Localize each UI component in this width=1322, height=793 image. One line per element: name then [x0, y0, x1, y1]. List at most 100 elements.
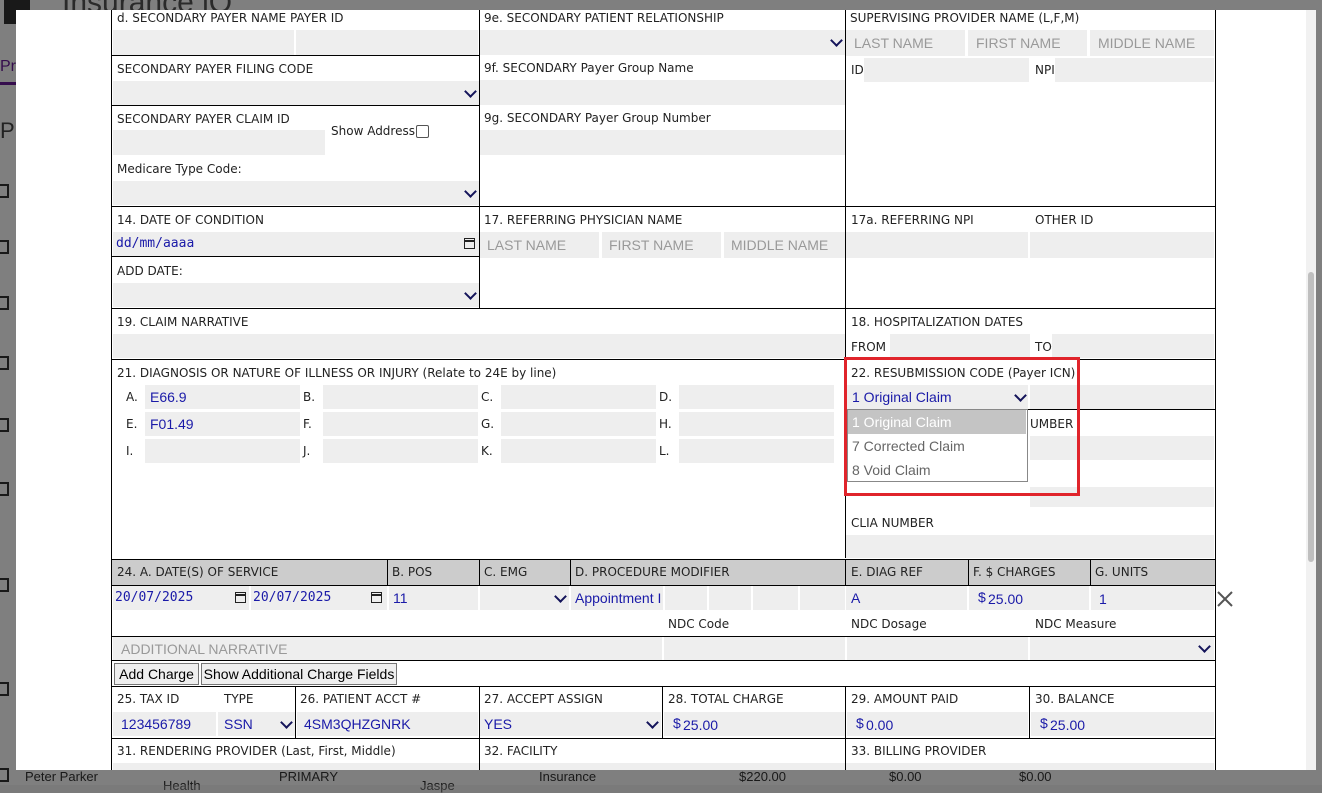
modifier-4-input[interactable]: [800, 586, 845, 610]
charges-input[interactable]: $ 25.00: [969, 586, 1089, 610]
referring-npi-label: 17a. REFERRING NPI: [851, 213, 974, 227]
diagnosis-code-value: F01.49: [150, 416, 194, 432]
chevron-down-icon: [646, 716, 659, 729]
dollar-icon: $: [856, 715, 864, 731]
total-charge-label: 28. TOTAL CHARGE: [668, 692, 784, 706]
secondary-payer-id-input[interactable]: [296, 30, 478, 55]
secondary-filing-code-select[interactable]: [113, 81, 479, 105]
secondary-group-name-label: 9f. SECONDARY Payer Group Name: [484, 61, 694, 75]
diagnosis-code-input[interactable]: [145, 439, 300, 463]
secondary-patient-relationship-select[interactable]: [480, 30, 845, 55]
diagnosis-code-input[interactable]: [679, 385, 834, 409]
billing-provider-input[interactable]: [846, 763, 1214, 770]
procedure-input[interactable]: Appointment I: [571, 586, 663, 610]
placeholder: FIRST NAME: [609, 237, 694, 253]
service-to-date-input[interactable]: 20/07/2025: [251, 586, 387, 610]
show-address-label: Show Address: [331, 124, 415, 138]
show-additional-charge-fields-button[interactable]: Show Additional Charge Fields: [201, 663, 397, 685]
patient-acct-input[interactable]: 4SM3QHZGNRK: [297, 712, 478, 736]
secondary-payer-name-input[interactable]: [113, 30, 294, 55]
medicare-type-select[interactable]: [113, 181, 479, 205]
service-from-date-input[interactable]: 20/07/2025: [113, 586, 249, 610]
dollar-icon: $: [1040, 715, 1048, 731]
supervising-last-name-input[interactable]: LAST NAME: [846, 30, 965, 56]
remove-line-icon[interactable]: [1216, 590, 1234, 608]
diagnosis-letter: E.: [126, 417, 138, 431]
header-date-of-service: 24. A. DATE(S) OF SERVICE: [117, 565, 279, 579]
rendering-provider-label: 31. RENDERING PROVIDER (Last, First, Mid…: [117, 744, 396, 758]
other-id-input[interactable]: [1030, 232, 1214, 258]
tax-id-label: 25. TAX ID: [117, 692, 180, 706]
chevron-down-icon: [464, 287, 477, 300]
ndc-code-input[interactable]: [664, 637, 845, 660]
pos-input[interactable]: 11: [389, 586, 478, 610]
modifier-1-input[interactable]: [665, 586, 707, 610]
secondary-group-number-input[interactable]: [480, 130, 845, 155]
date-of-condition-input[interactable]: dd/mm/aaaa: [113, 232, 479, 256]
diagnosis-code-input[interactable]: [323, 439, 478, 463]
facility-input[interactable]: [480, 763, 845, 770]
header-diag-ref: E. DIAG REF: [851, 565, 923, 579]
ndc-measure-label: NDC Measure: [1035, 617, 1117, 631]
tax-id-input[interactable]: 123456789: [113, 712, 216, 736]
diagnosis-letter: A.: [126, 390, 138, 404]
supervising-first-name-input[interactable]: FIRST NAME: [968, 30, 1087, 56]
charge-value: 25.00: [988, 591, 1024, 607]
additional-narrative-input[interactable]: ADDITIONAL NARRATIVE: [113, 637, 662, 660]
facility-label: 32. FACILITY: [484, 744, 558, 758]
to-date-value: 20/07/2025: [253, 590, 332, 605]
total-charge-value: 25.00: [683, 717, 719, 733]
diagnosis-code-input[interactable]: [501, 412, 656, 436]
calendar-icon[interactable]: [371, 592, 382, 603]
add-date-select[interactable]: [113, 283, 479, 307]
claim-narrative-input[interactable]: [113, 334, 845, 358]
show-address-checkbox[interactable]: [416, 125, 429, 138]
calendar-icon[interactable]: [464, 238, 475, 249]
secondary-patient-relationship-label: 9e. SECONDARY PATIENT RELATIONSHIP: [484, 11, 724, 25]
diagnosis-code-input[interactable]: [501, 385, 656, 409]
chevron-down-icon: [1198, 640, 1211, 653]
ndc-dosage-input[interactable]: [847, 637, 1028, 660]
tax-type-select[interactable]: SSN: [218, 712, 295, 736]
clia-number-input[interactable]: [846, 535, 1214, 558]
hospitalization-from-input[interactable]: [890, 334, 1030, 358]
supervising-npi-input[interactable]: [1055, 58, 1214, 82]
calendar-icon[interactable]: [235, 592, 246, 603]
amount-paid-input[interactable]: $ 0.00: [847, 712, 1028, 736]
referring-last-name-input[interactable]: LAST NAME: [480, 232, 599, 258]
patient-acct-label: 26. PATIENT ACCT #: [300, 692, 422, 706]
hospitalization-to-input[interactable]: [1052, 334, 1214, 358]
ndc-code-label: NDC Code: [668, 617, 730, 631]
ndc-measure-select[interactable]: [1030, 637, 1214, 660]
diagnosis-code-input[interactable]: E66.9: [145, 385, 300, 409]
diagnosis-letter: L.: [659, 444, 670, 458]
supervising-id-input[interactable]: [864, 58, 1029, 82]
diagnosis-code-input[interactable]: [323, 385, 478, 409]
emg-select[interactable]: [480, 586, 569, 610]
diag-ref-input[interactable]: A: [846, 586, 967, 610]
units-input[interactable]: 1: [1091, 586, 1214, 610]
header-emg: C. EMG: [484, 565, 528, 579]
referring-middle-name-input[interactable]: MIDDLE NAME: [724, 232, 845, 258]
placeholder: MIDDLE NAME: [1098, 35, 1196, 51]
balance-input[interactable]: $ 25.00: [1031, 712, 1214, 736]
secondary-group-name-input[interactable]: [480, 80, 845, 105]
accept-assign-select[interactable]: YES: [480, 712, 661, 736]
supervising-middle-name-input[interactable]: MIDDLE NAME: [1090, 30, 1214, 56]
total-charge-input[interactable]: $ 25.00: [664, 712, 845, 736]
diagnosis-code-input[interactable]: [679, 412, 834, 436]
rendering-provider-input[interactable]: [113, 763, 479, 770]
secondary-claim-id-input[interactable]: [113, 130, 325, 155]
add-charge-button[interactable]: Add Charge: [114, 663, 199, 685]
scrollbar-thumb[interactable]: [1308, 272, 1314, 562]
modifier-3-input[interactable]: [753, 586, 798, 610]
referring-npi-input[interactable]: [846, 232, 1028, 258]
diagnosis-code-input[interactable]: F01.49: [145, 412, 300, 436]
chevron-down-icon: [830, 34, 843, 47]
diagnosis-code-input[interactable]: [323, 412, 478, 436]
modifier-2-input[interactable]: [709, 586, 751, 610]
diagnosis-code-input[interactable]: [679, 439, 834, 463]
diagnosis-code-input[interactable]: [501, 439, 656, 463]
accept-assign-label: 27. ACCEPT ASSIGN: [484, 692, 603, 706]
referring-first-name-input[interactable]: FIRST NAME: [602, 232, 721, 258]
